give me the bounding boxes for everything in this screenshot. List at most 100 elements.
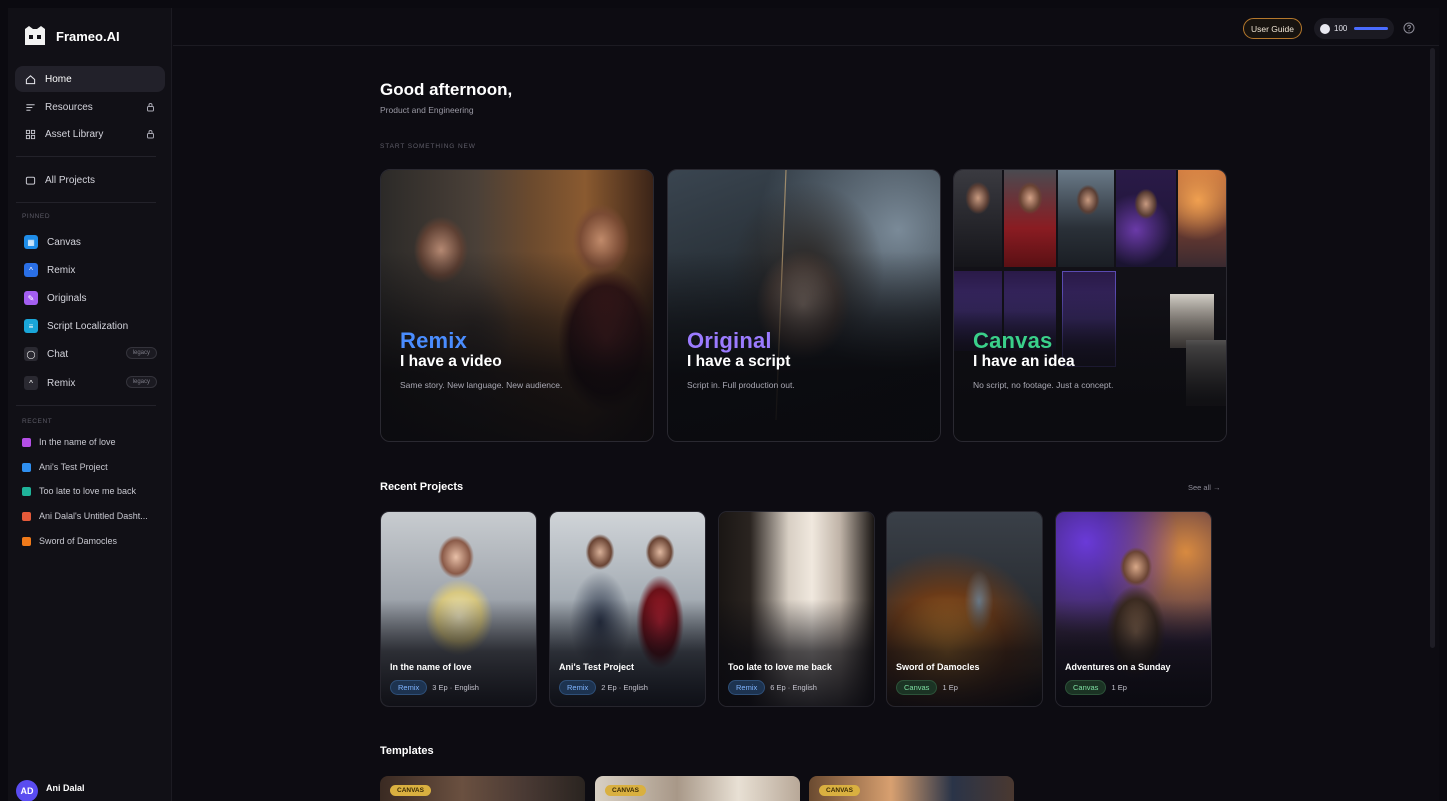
legacy-badge: legacy	[125, 347, 157, 359]
template-tag: CANVAS	[605, 785, 646, 796]
pinned-item-canvas[interactable]: ▦ Canvas	[15, 230, 165, 254]
chat-icon: ◯	[24, 347, 38, 361]
template-card[interactable]: CANVAS	[595, 776, 800, 801]
canvas-card[interactable]: Canvas I have an idea No script, no foot…	[953, 169, 1227, 442]
project-episodes: 2 Ep · English	[601, 683, 648, 692]
nav-home-label: Home	[45, 73, 72, 85]
project-color-dot	[22, 511, 31, 521]
project-type-tag: Remix	[390, 680, 428, 695]
template-tag: CANVAS	[390, 785, 431, 796]
template-card[interactable]: CANVAS	[809, 776, 1014, 801]
pinned-label: PINNED	[22, 213, 51, 220]
org-name: Product and Engineering	[380, 105, 474, 115]
script-localization-icon: ≡	[24, 319, 38, 333]
lock-icon	[147, 130, 154, 139]
project-color-dot	[22, 536, 31, 546]
project-name: Adventures on a Sunday	[1065, 662, 1171, 672]
project-card[interactable]: Ani's Test Project Remix 2 Ep · English	[549, 511, 706, 707]
recent-projects-heading: Recent Projects	[380, 481, 464, 493]
project-color-dot	[22, 437, 31, 447]
list-icon	[26, 103, 35, 111]
recent-item[interactable]: In the name of love	[22, 437, 116, 447]
project-episodes: 3 Ep · English	[432, 683, 479, 692]
project-episodes: 1 Ep	[942, 683, 958, 692]
pinned-item-label: Script Localization	[47, 320, 129, 332]
project-meta: Remix 2 Ep · English	[559, 680, 648, 695]
remix-card-title: Remix	[400, 328, 468, 353]
canvas-card-description: No script, no footage. Just a concept.	[973, 380, 1114, 390]
recent-item-label: In the name of love	[39, 437, 116, 447]
project-card[interactable]: Adventures on a Sunday Canvas 1 Ep	[1055, 511, 1212, 707]
brand[interactable]: Frameo.AI	[24, 26, 120, 46]
project-type-tag: Canvas	[896, 680, 938, 695]
sidebar: Frameo.AI Home Resources Asset Library A…	[8, 8, 172, 801]
pinned-item-label: Canvas	[47, 236, 81, 248]
recent-item[interactable]: Ani's Test Project	[22, 462, 108, 472]
original-card[interactable]: Original I have a script Script in. Full…	[667, 169, 941, 442]
recent-item[interactable]: Ani Dalal's Untitled Dasht...	[22, 511, 148, 521]
recent-item[interactable]: Sword of Damocles	[22, 536, 117, 546]
folder-icon	[25, 176, 36, 185]
canvas-card-overlay	[954, 170, 1226, 441]
project-meta: Canvas 1 Ep	[896, 680, 958, 695]
project-thumbnail-overlay	[381, 512, 536, 706]
lock-icon	[147, 103, 154, 112]
credits-bar	[1354, 27, 1389, 30]
credit-coin-icon	[1320, 23, 1330, 34]
remix-card-overlay	[381, 170, 653, 441]
start-something-new-label: START SOMETHING NEW	[380, 143, 476, 150]
recent-item-label: Ani Dalal's Untitled Dasht...	[39, 511, 148, 521]
project-name: In the name of love	[390, 662, 472, 672]
canvas-card-subtitle: I have an idea	[973, 353, 1075, 370]
see-all-link[interactable]: See all →	[1188, 483, 1221, 492]
help-circle-icon[interactable]	[1403, 22, 1415, 34]
remix-card[interactable]: Remix I have a video Same story. New lan…	[380, 169, 654, 442]
legacy-badge: legacy	[125, 376, 157, 388]
canvas-icon: ▦	[24, 235, 38, 249]
project-meta: Canvas 1 Ep	[1065, 680, 1127, 695]
project-card[interactable]: In the name of love Remix 3 Ep · English	[380, 511, 537, 707]
remix-card-subtitle: I have a video	[400, 353, 502, 370]
project-type-tag: Remix	[728, 680, 766, 695]
project-color-dot	[22, 486, 31, 496]
project-thumbnail-overlay	[1056, 512, 1211, 706]
pinned-item-originals[interactable]: ✎ Originals	[15, 286, 165, 310]
original-card-subtitle: I have a script	[687, 353, 791, 370]
template-card[interactable]: CANVAS	[380, 776, 585, 801]
sidebar-divider	[16, 156, 156, 157]
user-profile[interactable]: AD Ani Dalal	[16, 780, 85, 801]
pinned-item-script-localization[interactable]: ≡ Script Localization	[15, 314, 165, 338]
nav-all-projects[interactable]: All Projects	[15, 167, 165, 193]
project-card[interactable]: Too late to love me back Remix 6 Ep · En…	[718, 511, 875, 707]
project-episodes: 1 Ep	[1111, 683, 1127, 692]
nav-all-projects-label: All Projects	[45, 174, 96, 186]
pinned-item-remix-legacy[interactable]: ^ Remix legacy	[15, 371, 165, 395]
pinned-item-remix[interactable]: ^ Remix	[15, 258, 165, 282]
recent-item[interactable]: Too late to love me back	[22, 486, 136, 496]
original-card-title: Original	[687, 328, 772, 353]
recent-item-label: Ani's Test Project	[39, 462, 108, 472]
nav-home[interactable]: Home	[15, 66, 165, 92]
recent-item-label: Too late to love me back	[39, 486, 137, 496]
pinned-item-chat[interactable]: ◯ Chat legacy	[15, 342, 165, 366]
credits-indicator[interactable]: 100	[1314, 18, 1394, 39]
pinned-item-label: Originals	[47, 292, 87, 304]
brand-name: Frameo.AI	[56, 28, 120, 44]
project-name: Sword of Damocles	[896, 662, 980, 672]
project-episodes: 6 Ep · English	[770, 683, 817, 692]
project-card[interactable]: Sword of Damocles Canvas 1 Ep	[886, 511, 1043, 707]
user-guide-button[interactable]: User Guide	[1243, 18, 1302, 39]
page-scrollbar[interactable]	[1430, 48, 1435, 648]
nav-resources-label: Resources	[45, 101, 93, 113]
credits-value: 100	[1334, 24, 1348, 33]
template-tag: CANVAS	[819, 785, 860, 796]
project-type-tag: Remix	[559, 680, 597, 695]
pinned-item-label: Remix	[47, 264, 76, 276]
project-thumbnail-overlay	[719, 512, 874, 706]
project-name: Too late to love me back	[728, 662, 832, 672]
nav-resources[interactable]: Resources	[15, 94, 165, 120]
nav-asset-library[interactable]: Asset Library	[15, 121, 165, 147]
home-icon	[25, 74, 36, 84]
remix-icon: ^	[24, 376, 38, 390]
recent-label: RECENT	[22, 418, 53, 425]
